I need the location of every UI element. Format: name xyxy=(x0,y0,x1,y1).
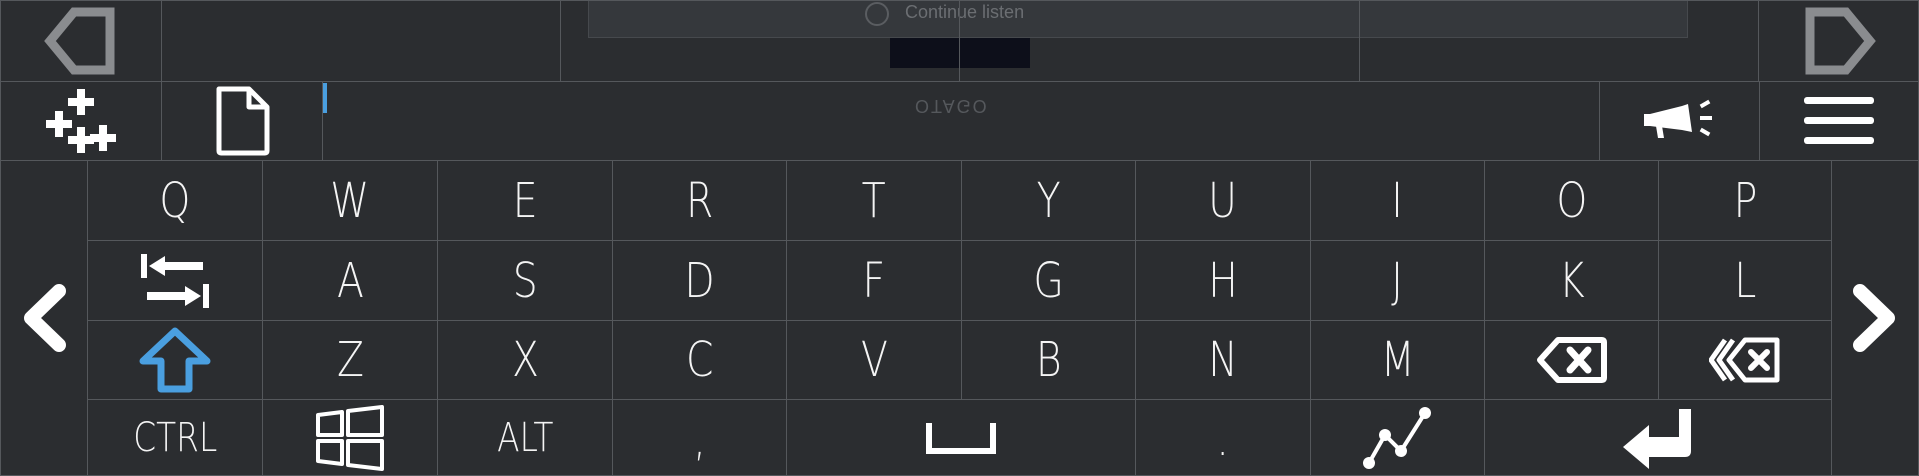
chevron-right-icon xyxy=(1850,283,1900,353)
key-m[interactable]: M xyxy=(1310,320,1485,400)
key-label: R xyxy=(685,172,714,229)
key-g[interactable]: G xyxy=(961,240,1136,321)
key-a[interactable]: A xyxy=(262,240,438,321)
tab-icon xyxy=(139,252,211,310)
add-button[interactable] xyxy=(0,81,162,161)
triangle-left-icon xyxy=(44,6,118,76)
key-h[interactable]: H xyxy=(1135,240,1311,321)
key-k[interactable]: K xyxy=(1484,240,1659,321)
key-v[interactable]: V xyxy=(786,320,962,400)
key-label: . xyxy=(1216,411,1230,467)
key-label: U xyxy=(1208,172,1238,229)
chevron-left-icon xyxy=(19,283,69,353)
key-q[interactable]: Q xyxy=(87,160,263,241)
key-label: E xyxy=(512,172,538,229)
key-label: ALT xyxy=(496,414,554,461)
key-shift[interactable] xyxy=(87,320,263,400)
key-label: K xyxy=(1558,252,1585,309)
key-z[interactable]: Z xyxy=(262,320,438,400)
swipe-path-icon xyxy=(1361,405,1435,471)
key-j[interactable]: J xyxy=(1310,240,1485,321)
key-p[interactable]: P xyxy=(1658,160,1832,241)
key-backspace[interactable] xyxy=(1484,320,1659,400)
key-c[interactable]: C xyxy=(612,320,787,400)
key-enter[interactable] xyxy=(1484,399,1832,476)
key-label: Q xyxy=(159,172,191,229)
prev-button[interactable] xyxy=(0,0,162,82)
key-label: V xyxy=(860,332,888,388)
top-bar-segment xyxy=(161,0,561,82)
megaphone-icon xyxy=(1642,96,1718,146)
key-label: CTRL xyxy=(132,414,217,461)
delete-word-icon xyxy=(1709,336,1781,384)
key-space[interactable] xyxy=(786,399,1136,476)
key-period[interactable]: . xyxy=(1135,399,1311,476)
backspace-icon xyxy=(1536,336,1608,384)
key-label: O xyxy=(1556,172,1587,229)
key-l[interactable]: L xyxy=(1658,240,1832,321)
key-label: I xyxy=(1391,172,1404,229)
key-label: D xyxy=(684,252,715,309)
key-label: T xyxy=(861,172,887,229)
key-label: N xyxy=(1208,332,1238,388)
key-label: , xyxy=(693,411,706,467)
key-comma[interactable]: , xyxy=(612,399,787,476)
key-label: G xyxy=(1033,252,1064,309)
menu-button[interactable] xyxy=(1759,81,1919,161)
top-bar-segment xyxy=(1359,0,1759,82)
key-swipe[interactable] xyxy=(1310,399,1485,476)
key-r[interactable]: R xyxy=(612,160,787,241)
key-label: W xyxy=(330,172,370,229)
top-bar-segment xyxy=(560,0,960,82)
key-w[interactable]: W xyxy=(262,160,438,241)
nav-right-button[interactable] xyxy=(1831,160,1919,476)
key-d[interactable]: D xyxy=(612,240,787,321)
shift-icon xyxy=(139,327,211,393)
key-x[interactable]: X xyxy=(437,320,613,400)
key-u[interactable]: U xyxy=(1135,160,1311,241)
key-b[interactable]: B xyxy=(961,320,1136,400)
top-bar-segment xyxy=(959,0,1360,82)
hamburger-menu-icon xyxy=(1804,95,1874,147)
windows-icon xyxy=(314,404,386,471)
plus-cluster-icon xyxy=(43,87,119,155)
key-label: A xyxy=(336,252,364,309)
next-button[interactable] xyxy=(1758,0,1919,82)
nav-left-button[interactable] xyxy=(0,160,88,476)
key-label: J xyxy=(1391,252,1404,309)
key-i[interactable]: I xyxy=(1310,160,1485,241)
key-label: Y xyxy=(1036,172,1061,229)
key-y[interactable]: Y xyxy=(961,160,1136,241)
key-delete-word[interactable] xyxy=(1658,320,1832,400)
key-tab[interactable] xyxy=(87,240,263,321)
key-label: Z xyxy=(336,332,364,388)
key-s[interactable]: S xyxy=(437,240,613,321)
key-label: B xyxy=(1035,332,1062,388)
key-ctrl[interactable]: CTRL xyxy=(87,399,263,476)
space-icon xyxy=(925,421,997,455)
triangle-right-icon xyxy=(1802,6,1876,76)
key-alt[interactable]: ALT xyxy=(437,399,613,476)
key-e[interactable]: E xyxy=(437,160,613,241)
key-label: P xyxy=(1733,172,1757,229)
key-label: F xyxy=(862,252,886,309)
key-label: C xyxy=(685,332,714,388)
key-f[interactable]: F xyxy=(786,240,962,321)
key-label: H xyxy=(1208,252,1238,309)
key-label: M xyxy=(1380,332,1415,388)
text-cursor xyxy=(323,83,327,113)
key-o[interactable]: O xyxy=(1484,160,1659,241)
key-t[interactable]: T xyxy=(786,160,962,241)
key-label: X xyxy=(511,332,539,388)
document-icon xyxy=(213,85,271,157)
file-button[interactable] xyxy=(161,81,323,161)
enter-icon xyxy=(1621,405,1695,471)
key-label: L xyxy=(1734,252,1756,309)
key-windows[interactable] xyxy=(262,399,438,476)
announce-button[interactable] xyxy=(1599,81,1760,161)
text-input[interactable] xyxy=(322,81,1600,161)
key-n[interactable]: N xyxy=(1135,320,1311,400)
key-label: S xyxy=(512,252,538,309)
